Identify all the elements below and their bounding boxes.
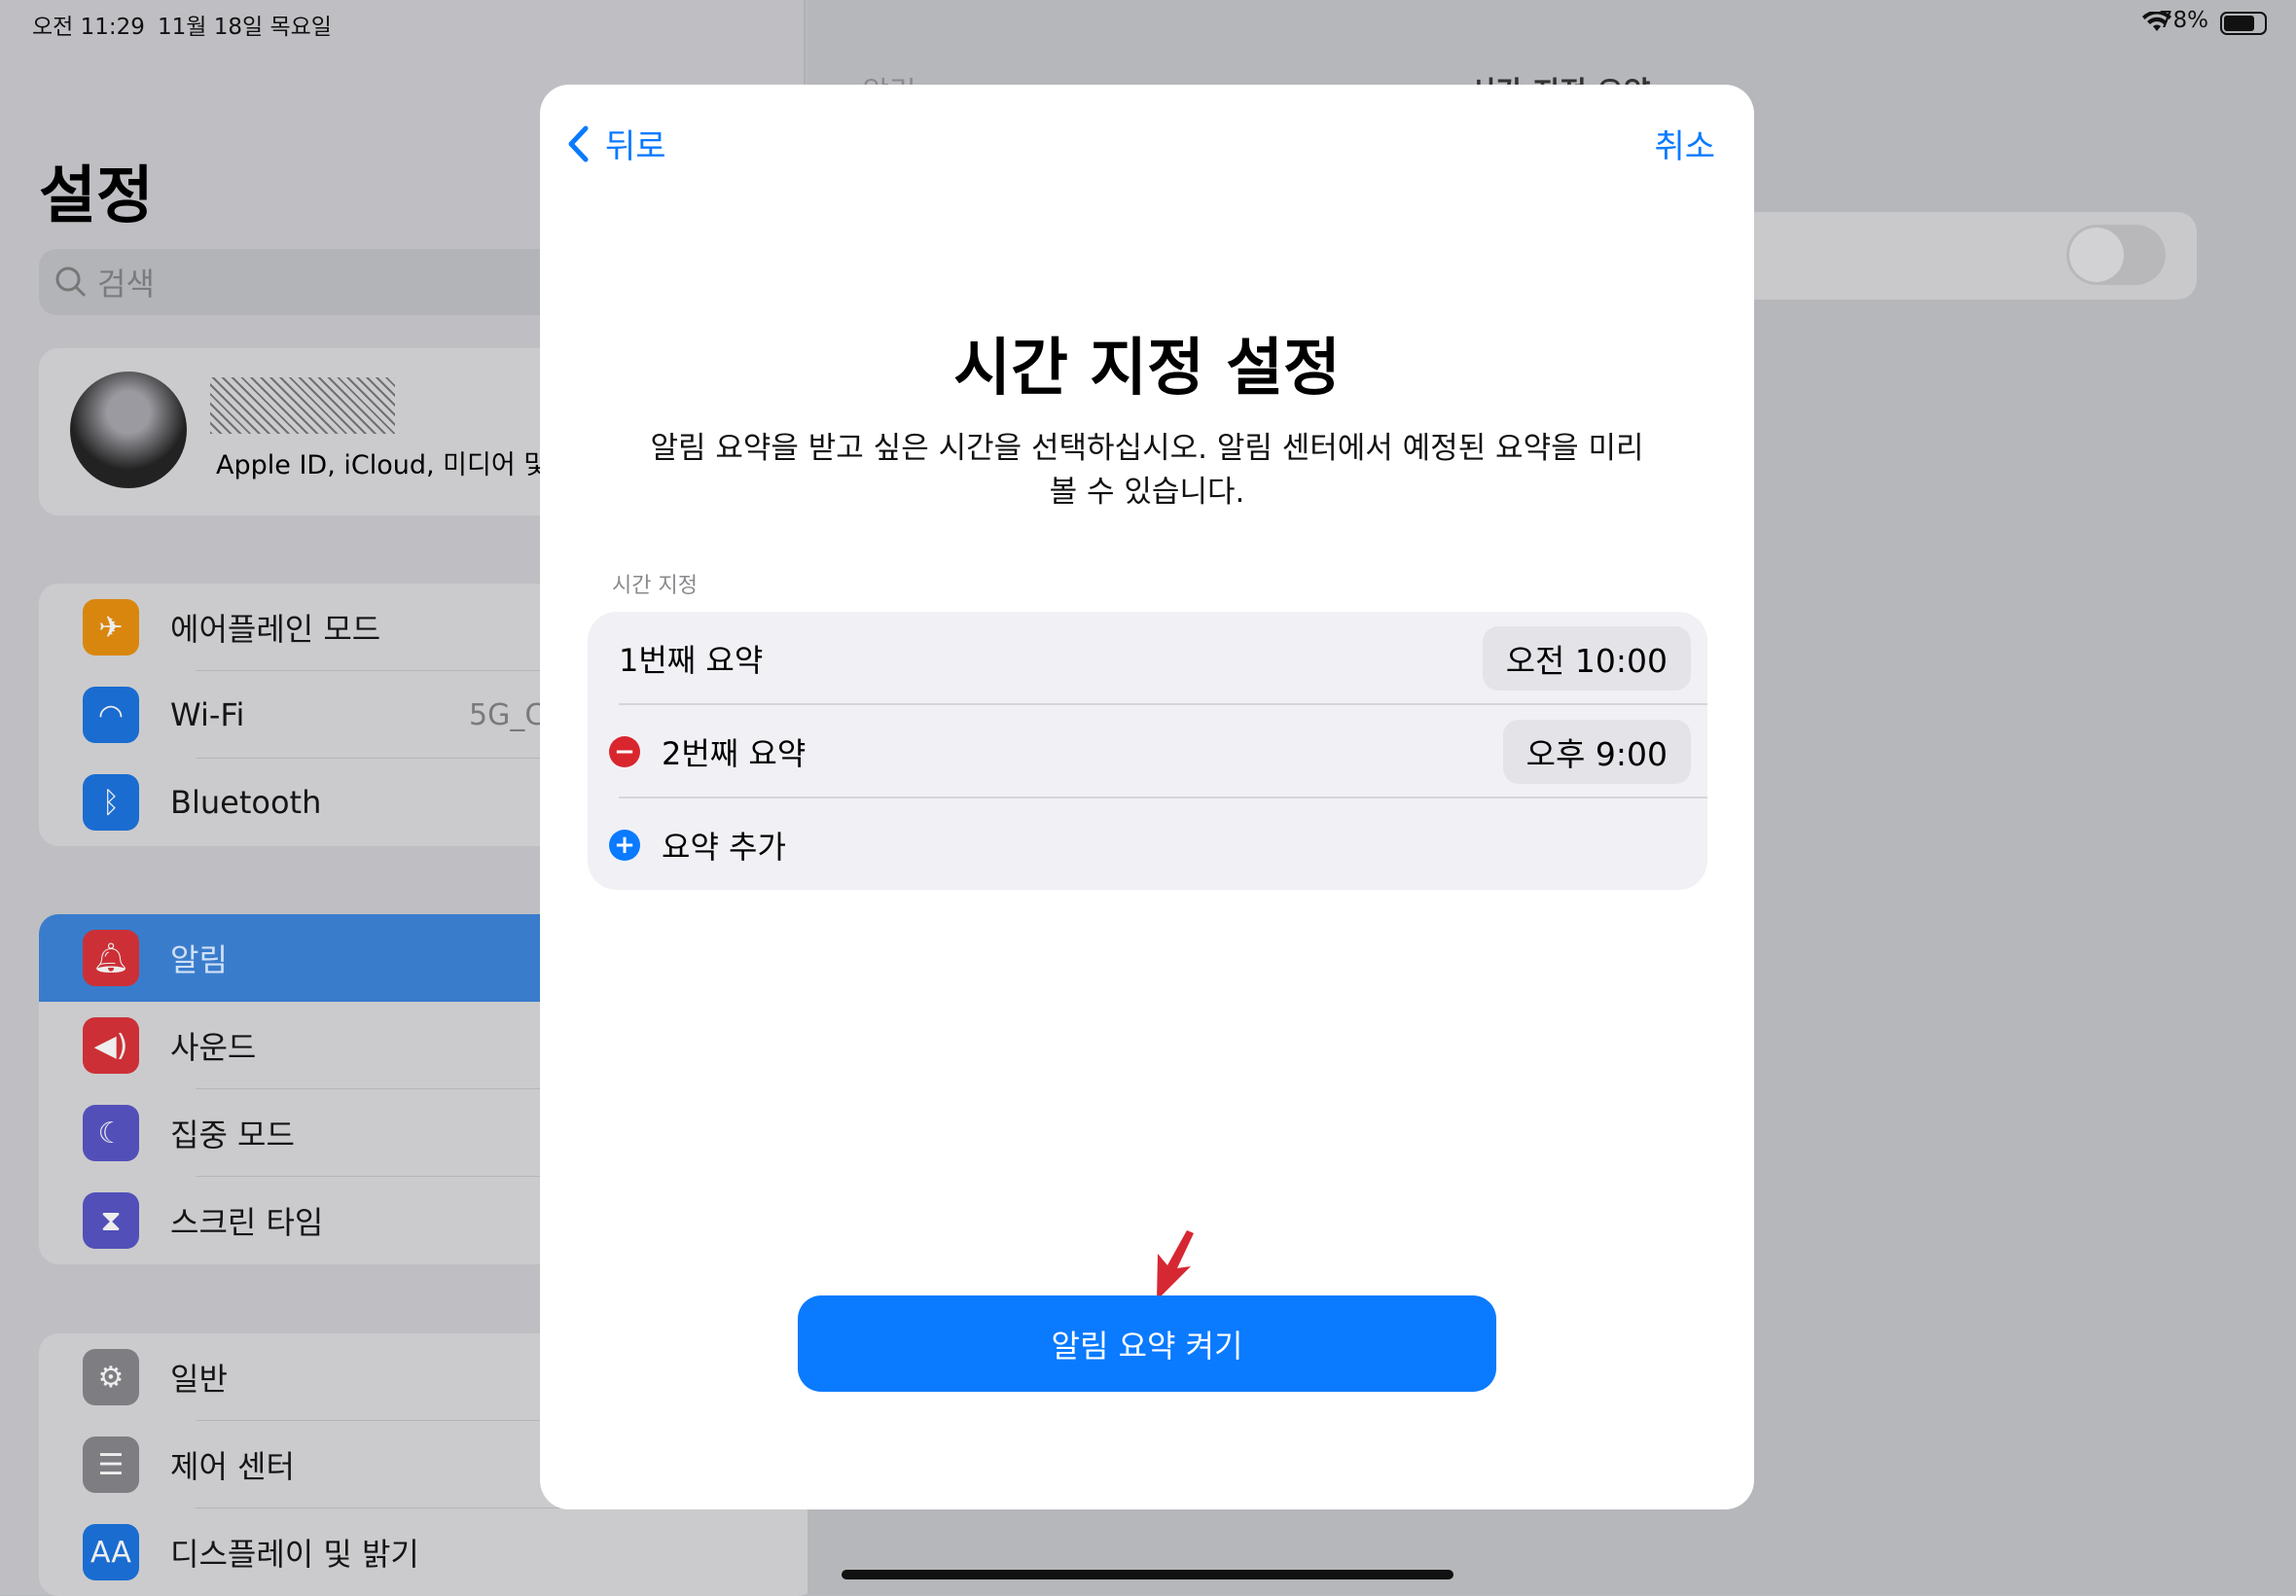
- schedule-list: 1번째 요약 오전 10:00 − 2번째 요약 오후 9:00 + 요약 추가: [588, 612, 1707, 890]
- back-button[interactable]: 뒤로: [566, 120, 666, 167]
- modal-description: 알림 요약을 받고 싶은 시간을 선택하십시오. 알림 센터에서 예정된 요약을…: [650, 431, 1644, 510]
- search-icon: [55, 266, 87, 298]
- bluetooth-icon: ᛒ: [83, 774, 139, 831]
- status-date: 11월 18일 목요일: [158, 15, 332, 40]
- remove-icon[interactable]: −: [609, 736, 640, 767]
- sidebar-item-label: 일반: [170, 1361, 228, 1398]
- back-label: 뒤로: [605, 127, 666, 166]
- schedule-row-2: − 2번째 요약 오후 9:00: [588, 705, 1707, 798]
- wifi-icon: [2142, 12, 2171, 31]
- schedule-label: 2번째 요약: [662, 735, 807, 772]
- sidebar-item-value: 5G_C: [469, 697, 546, 732]
- sidebar-item-label: Bluetooth: [170, 784, 322, 821]
- redacted-name: [210, 377, 395, 434]
- search-placeholder: 검색: [97, 266, 155, 302]
- avatar: [70, 372, 187, 488]
- sidebar-item-label: 집중 모드: [170, 1117, 295, 1153]
- add-summary-label: 요약 추가: [662, 829, 786, 866]
- enable-summary-button[interactable]: 알림 요약 켜기: [798, 1295, 1496, 1392]
- home-indicator[interactable]: [842, 1570, 1453, 1579]
- battery-icon: [2220, 12, 2267, 35]
- sidebar-item-label: 디스플레이 및 밝기: [170, 1536, 419, 1573]
- speaker-icon: ◀): [83, 1017, 139, 1074]
- modal-title: 시간 지정 설정: [953, 333, 1341, 405]
- schedule-label: 1번째 요약: [619, 642, 764, 679]
- sidebar-item-label: 스크린 타임: [170, 1204, 324, 1241]
- chevron-left-icon: [568, 125, 589, 161]
- wifi-icon: ◠: [83, 687, 139, 743]
- schedule-row-1: 1번째 요약 오전 10:00: [588, 612, 1707, 705]
- hourglass-icon: ⧗: [83, 1192, 139, 1249]
- sidebar-item-label: 알림: [170, 941, 228, 978]
- sidebar-item[interactable]: AA 디스플레이 및 밝기: [39, 1508, 817, 1596]
- toggles-icon: ☰: [83, 1436, 139, 1493]
- cancel-button[interactable]: 취소: [1654, 120, 1715, 167]
- status-time: 오전 11:29: [32, 15, 145, 40]
- sidebar-title: 설정: [39, 160, 154, 232]
- time-picker[interactable]: 오후 9:00: [1502, 720, 1691, 784]
- add-summary-row[interactable]: + 요약 추가: [588, 798, 1707, 892]
- profile-subtitle: Apple ID, iCloud, 미디어 및 구: [216, 450, 581, 480]
- airplane-icon: ✈: [83, 599, 139, 656]
- moon-icon: ☾: [83, 1105, 139, 1161]
- add-icon: +: [609, 830, 640, 861]
- sidebar-item-label: Wi-Fi: [170, 696, 245, 733]
- text-size-icon: AA: [83, 1524, 139, 1580]
- schedule-modal: 뒤로 취소 시간 지정 설정 알림 요약을 받고 싶은 시간을 선택하십시오. …: [540, 85, 1754, 1509]
- summary-toggle[interactable]: [2066, 225, 2166, 285]
- bell-icon: 🔔︎: [83, 930, 139, 986]
- annotation-arrow-icon: [1157, 1230, 1194, 1300]
- sidebar-item-label: 사운드: [170, 1029, 257, 1066]
- time-picker[interactable]: 오전 10:00: [1482, 626, 1691, 691]
- gear-icon: ⚙: [83, 1349, 139, 1405]
- sidebar-item-label: 에어플레인 모드: [170, 611, 381, 648]
- section-label: 시간 지정: [612, 574, 698, 598]
- sidebar-item-label: 제어 센터: [170, 1448, 295, 1485]
